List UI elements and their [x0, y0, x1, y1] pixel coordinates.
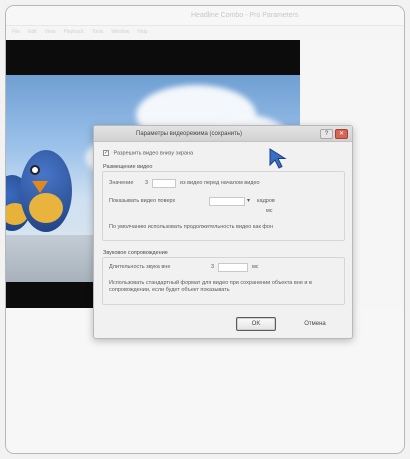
help-button[interactable]: ? — [320, 129, 333, 139]
sound-section-heading: Звуковое сопровождение — [103, 250, 168, 256]
dialog-title-bar: Параметры видеорежима (сохранить) ? ✕ — [94, 126, 352, 142]
title-bar: Headline Combo - Pro Parameters — [6, 6, 404, 26]
menu-item-playback[interactable]: Playback — [63, 29, 83, 35]
app-window: Headline Combo - Pro Parameters File Edi… — [5, 5, 405, 454]
video-row1-input[interactable] — [152, 179, 176, 188]
sound-row1-suffix: мс — [252, 264, 259, 270]
video-row2-unit: мс — [266, 208, 273, 214]
video-row2-select[interactable] — [209, 197, 245, 206]
mouse-pointer-icon — [269, 148, 287, 169]
menu-bar: File Edit View Playback Tools Window Hel… — [6, 26, 404, 38]
dialog-title: Параметры видеорежима (сохранить) — [136, 131, 243, 137]
menu-item-file[interactable]: File — [12, 29, 20, 35]
video-row2-suffix: кадров — [257, 198, 275, 204]
menu-item-window[interactable]: Window — [111, 29, 129, 35]
menu-item-view[interactable]: View — [45, 29, 56, 35]
enable-video-label: Разрешить видео внизу экрана — [113, 150, 194, 157]
close-button[interactable]: ✕ — [335, 129, 348, 139]
chevron-down-icon[interactable]: ▾ — [247, 197, 250, 204]
sound-row1-value: 3 — [211, 264, 215, 270]
menu-item-tools[interactable]: Tools — [92, 29, 104, 35]
video-row1-value: 3 — [145, 180, 149, 186]
sound-row2-text: Использовать стандартный формат для виде… — [109, 280, 312, 293]
sound-row1-prefix: Длительность звука вне — [109, 264, 171, 270]
enable-video-checkbox[interactable]: ✓ — [103, 150, 109, 156]
enable-video-checkbox-row[interactable]: ✓ Разрешить видео внизу экрана — [103, 150, 193, 156]
dialog-window-controls: ? ✕ — [320, 129, 348, 139]
video-row1-prefix: Значение — [109, 180, 134, 186]
window-title: Headline Combo - Pro Parameters — [191, 12, 299, 19]
menu-item-help[interactable]: Help — [137, 29, 147, 35]
cancel-button[interactable]: Отмена — [295, 317, 335, 331]
video-section-heading: Размещение видео — [103, 164, 153, 170]
video-row1-suffix: из видео перед началом видео — [180, 180, 260, 186]
video-row2-prefix: Показывать видео поверх — [109, 198, 176, 204]
ok-button[interactable]: OK — [236, 317, 276, 331]
sound-row1-input[interactable] — [218, 263, 248, 272]
video-settings-dialog: Параметры видеорежима (сохранить) ? ✕ ✓ … — [93, 125, 353, 339]
menu-item-edit[interactable]: Edit — [28, 29, 37, 35]
video-row3-text: По умолчанию использовать продолжительно… — [109, 224, 274, 230]
